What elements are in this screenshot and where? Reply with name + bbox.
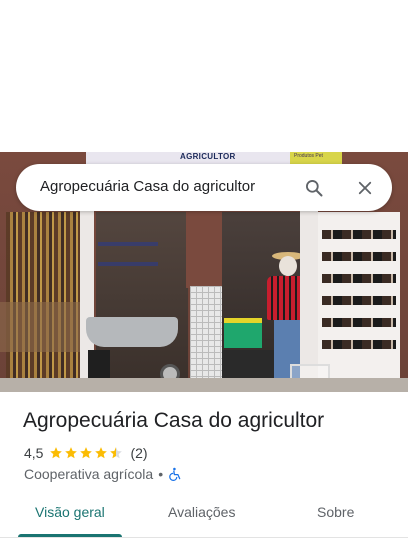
photo-pillar: [300, 208, 318, 388]
rating-value: 4,5: [24, 445, 44, 461]
photo-tiled-column: [190, 286, 222, 392]
review-count[interactable]: (2): [130, 445, 147, 461]
photo-floor: [0, 378, 408, 392]
search-icon: [306, 180, 323, 197]
sign-yellow-panel: Produtos Pet: [290, 152, 342, 164]
photo-shoe-row: [322, 274, 396, 283]
photo-column: [186, 208, 222, 288]
star-icon: [95, 447, 108, 459]
close-icon: [358, 181, 372, 195]
photo-shoe-row: [322, 230, 396, 239]
star-icon: [50, 447, 63, 459]
photo-shoe-row: [322, 318, 396, 327]
place-title: Agropecuária Casa do agricultor: [23, 409, 325, 432]
photo-shoe-row: [322, 340, 396, 349]
place-category[interactable]: Cooperativa agrícola: [24, 466, 153, 482]
tabs-divider: [0, 537, 408, 538]
close-button[interactable]: [349, 172, 381, 204]
photo-shoe-row: [322, 296, 396, 305]
sign-text: AGRICULTOR: [180, 152, 236, 161]
rating-row[interactable]: 4,5 (2): [24, 444, 148, 462]
search-input[interactable]: Agropecuária Casa do agricultor: [40, 178, 255, 195]
category-row: Cooperativa agrícola •: [24, 465, 182, 483]
photo-mannequin-head: [279, 256, 297, 276]
tab-about[interactable]: Sobre: [317, 504, 354, 520]
photo-wheelbarrow: [86, 317, 178, 347]
photo-shelf: [98, 262, 158, 266]
separator-dot: •: [158, 466, 164, 482]
photo-shelf: [98, 242, 158, 246]
star-icon: [65, 447, 78, 459]
blank-area: [0, 0, 408, 152]
star-icon: [80, 447, 93, 459]
sign-small-text: Produtos Pet: [294, 153, 323, 159]
tab-bar: Visão geral Avaliações Sobre: [0, 494, 408, 544]
search-button[interactable]: [298, 172, 330, 204]
photo-left-goods: [0, 302, 90, 352]
tab-overview[interactable]: Visão geral: [35, 504, 105, 520]
search-bar[interactable]: Agropecuária Casa do agricultor: [16, 164, 392, 211]
photo-left-display: [6, 212, 80, 387]
tab-reviews[interactable]: Avaliações: [168, 504, 235, 520]
star-rating: [49, 446, 124, 460]
photo-shoe-row: [322, 252, 396, 261]
star-icon: [110, 447, 123, 459]
wheelchair-icon: [169, 467, 181, 481]
photo-buckets: [224, 318, 262, 348]
